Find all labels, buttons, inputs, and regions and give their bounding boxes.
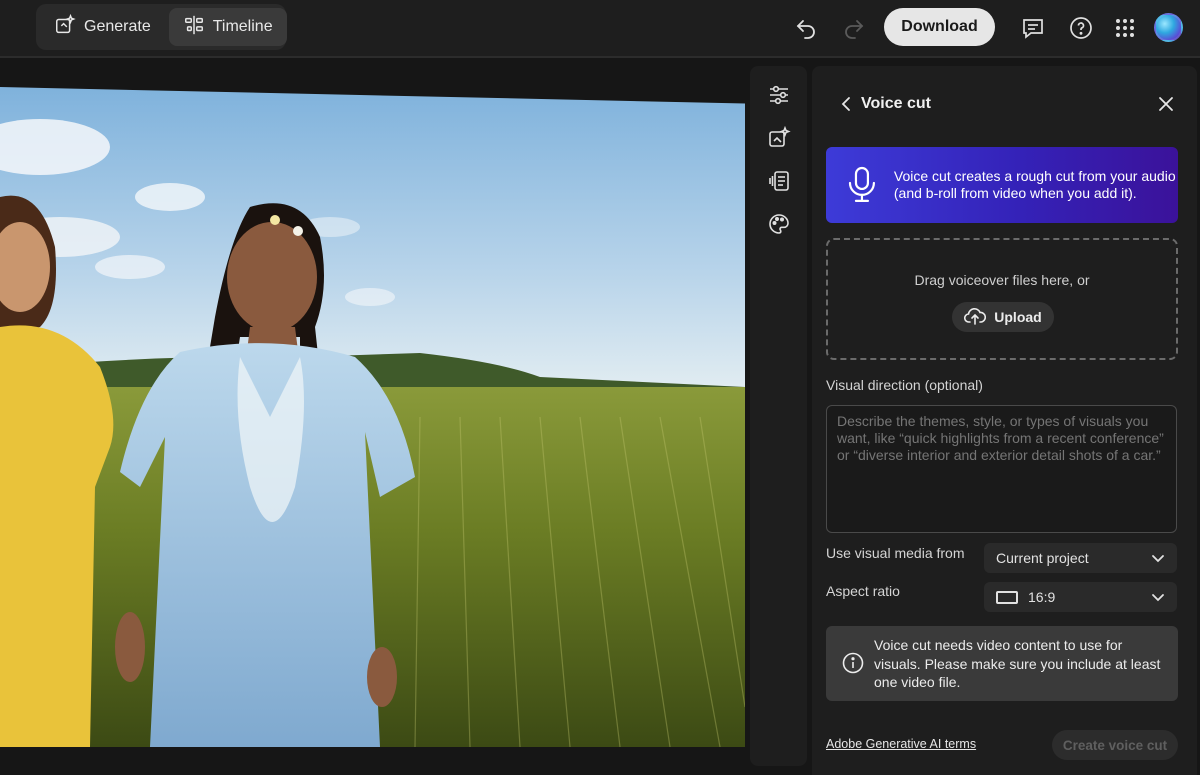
generative-ai-terms-link[interactable]: Adobe Generative AI terms — [826, 737, 976, 751]
panel-title: Voice cut — [861, 95, 931, 112]
upload-label: Upload — [994, 309, 1042, 325]
help-icon[interactable] — [1067, 14, 1095, 42]
video-frame-image — [0, 87, 745, 747]
notice-text: Voice cut needs video content to use for… — [874, 637, 1161, 690]
banner-text: Voice cut creates a rough cut from your … — [893, 168, 1176, 201]
microphone-icon — [844, 165, 880, 205]
upload-button[interactable]: Upload — [952, 302, 1054, 332]
generate-media-icon[interactable] — [764, 123, 794, 153]
timeline-icon — [183, 14, 205, 41]
cloud-upload-icon — [964, 307, 987, 328]
voiceover-dropzone[interactable]: Drag voiceover files here, or Upload — [826, 238, 1178, 360]
chevron-down-icon — [1152, 555, 1164, 563]
tab-timeline-label: Timeline — [212, 18, 273, 35]
close-icon[interactable] — [1156, 94, 1176, 114]
voice-cut-panel: Voice cut Voice cut creates a rough cut … — [812, 66, 1197, 775]
apps-grid-icon[interactable] — [1111, 14, 1139, 42]
generate-icon — [54, 13, 76, 41]
mode-switcher: Generate Timeline — [36, 4, 287, 50]
voice-cut-info-banner: Voice cut creates a rough cut from your … — [826, 147, 1178, 223]
tab-timeline[interactable]: Timeline — [168, 8, 287, 46]
aspect-ratio-label: Aspect ratio — [826, 583, 900, 599]
back-chevron-icon[interactable] — [838, 94, 856, 114]
tool-rail — [750, 66, 807, 766]
visual-direction-input[interactable] — [826, 405, 1177, 533]
media-source-value: Current project — [996, 550, 1089, 566]
media-source-label: Use visual media from — [826, 545, 965, 561]
tab-generate[interactable]: Generate — [40, 8, 165, 46]
chevron-down-icon — [1152, 594, 1164, 602]
video-preview-canvas — [0, 60, 748, 775]
color-palette-icon[interactable] — [764, 209, 794, 239]
panel-header: Voice cut — [812, 88, 1197, 120]
comment-icon[interactable] — [1019, 14, 1047, 42]
redo-icon[interactable] — [840, 14, 868, 42]
avatar[interactable] — [1154, 13, 1183, 42]
dropzone-text: Drag voiceover files here, or — [914, 272, 1090, 288]
video-required-notice: Voice cut needs video content to use for… — [826, 626, 1178, 701]
info-icon — [842, 652, 864, 674]
undo-icon[interactable] — [792, 14, 820, 42]
top-bar: Generate Timeline Download — [0, 0, 1200, 58]
adjustments-icon[interactable] — [764, 80, 794, 110]
download-button[interactable]: Download — [884, 8, 995, 46]
aspect-ratio-value: 16:9 — [1028, 589, 1056, 605]
tab-generate-label: Generate — [84, 18, 151, 35]
transcript-icon[interactable] — [764, 166, 794, 196]
create-voice-cut-button[interactable]: Create voice cut — [1052, 730, 1178, 760]
media-source-select[interactable]: Current project — [984, 543, 1177, 573]
aspect-ratio-select[interactable]: 16:9 — [984, 582, 1177, 612]
visual-direction-label: Visual direction (optional) — [826, 377, 983, 393]
aspect-ratio-icon — [996, 590, 1018, 604]
